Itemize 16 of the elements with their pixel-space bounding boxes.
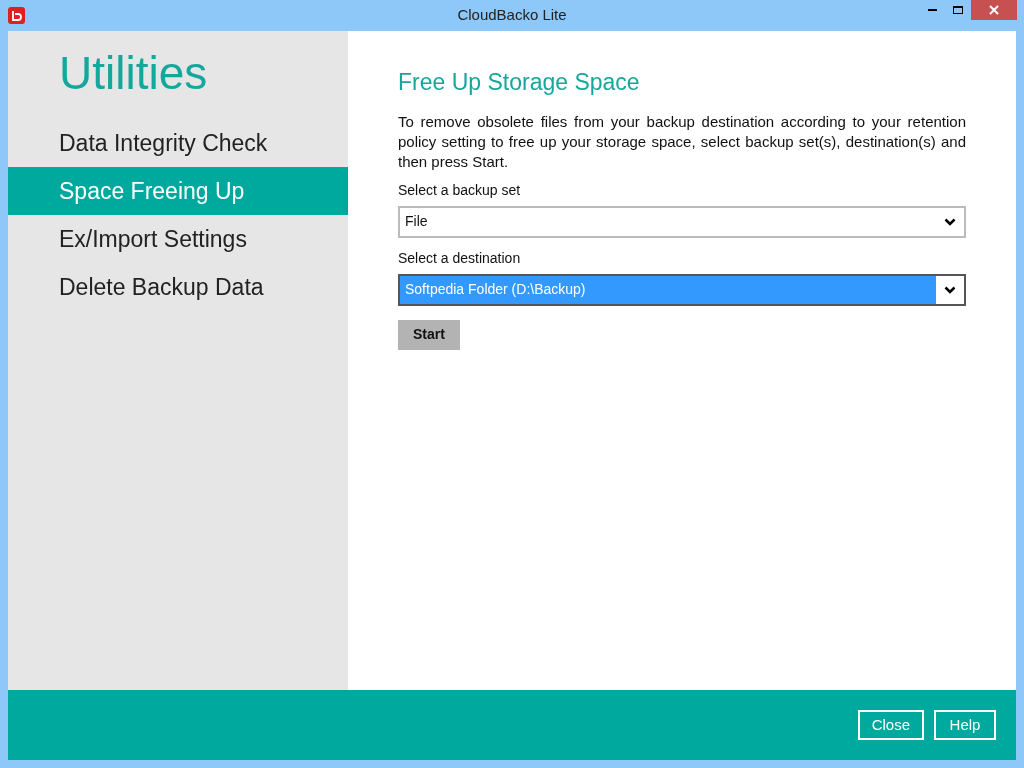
start-button[interactable]: Start xyxy=(398,319,460,350)
sidebar-item[interactable]: Delete Backup Data xyxy=(8,263,348,311)
chevron-down-icon xyxy=(944,285,956,294)
window-title: CloudBacko Lite xyxy=(457,5,567,26)
description: To remove obsolete files from your backup destination according to your retention policy setting to free up your storage space, select backup set(s), destination(s) and then press Start. xyxy=(398,111,966,172)
sidebar-item[interactable]: Data Integrity Check xyxy=(8,119,348,167)
sidebar-item[interactable]: Ex/Import Settings xyxy=(8,215,348,263)
chevron-down-icon xyxy=(944,217,956,226)
close-icon xyxy=(989,5,999,15)
sidebar-title: Utilities xyxy=(58,46,209,101)
app-logo-icon xyxy=(8,7,25,24)
dropdown-field[interactable]: File xyxy=(398,205,966,238)
field-label: Select a backup set xyxy=(398,180,522,200)
page-title: Free Up Storage Space xyxy=(398,68,641,97)
close-button[interactable] xyxy=(971,0,1017,20)
field-label: Select a destination xyxy=(398,248,522,268)
